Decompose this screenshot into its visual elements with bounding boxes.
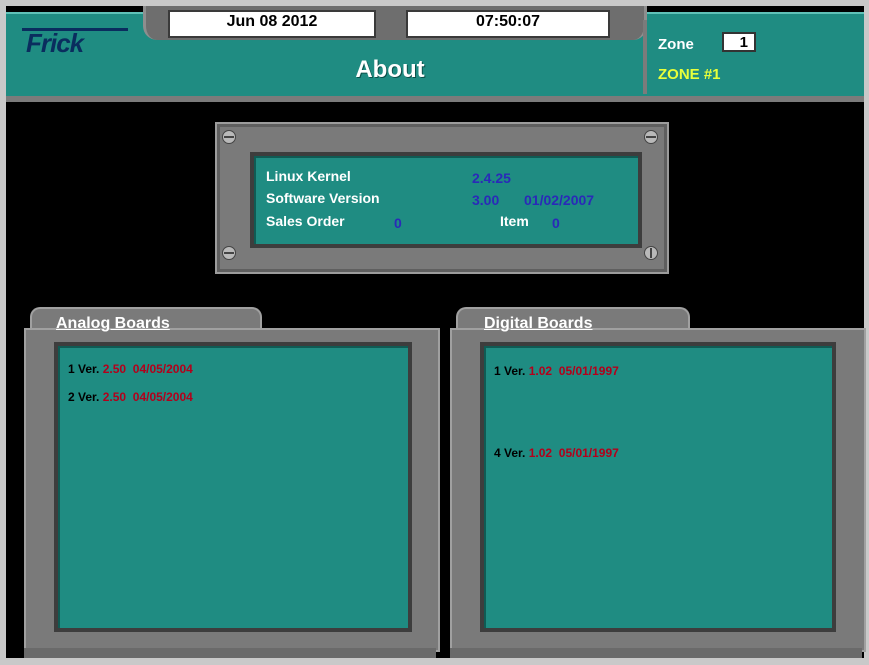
digital-boards-title: Digital Boards: [484, 315, 593, 332]
linux-kernel-label: Linux Kernel: [266, 168, 351, 184]
date-display: Jun 08 2012: [168, 10, 376, 38]
zone-label: Zone: [658, 36, 694, 53]
analog-frame-foot: [24, 648, 436, 658]
frick-logo: Frick: [26, 28, 84, 58]
software-version-label: Software Version: [266, 190, 380, 206]
time-display: 07:50:07: [406, 10, 610, 38]
analog-boards-list: 1 Ver. 2.50 04/05/2004 2 Ver. 2.50 04/05…: [54, 342, 412, 632]
digital-board-row: 1 Ver. 1.02 05/01/1997: [494, 364, 619, 378]
screw-icon: [644, 246, 658, 260]
analog-boards-title: Analog Boards: [56, 315, 170, 332]
digital-board-row: 4 Ver. 1.02 05/01/1997: [494, 446, 619, 460]
sales-order-label: Sales Order: [266, 213, 345, 229]
sales-order-value: 0: [394, 215, 402, 231]
zone-name: ZONE #1: [658, 66, 721, 83]
software-version-date: 01/02/2007: [524, 192, 595, 208]
analog-board-row: 1 Ver. 2.50 04/05/2004: [68, 362, 193, 376]
item-label: Item: [500, 213, 529, 229]
software-version-value: 3.00: [472, 192, 500, 208]
digital-frame-foot: [450, 648, 862, 658]
zone-number-field[interactable]: 1: [722, 32, 756, 52]
about-info-panel: Linux Kernel 2.4.25 Software Version 3.0…: [250, 152, 642, 248]
page-title: About: [355, 56, 425, 83]
screw-icon: [222, 246, 236, 260]
screw-icon: [222, 130, 236, 144]
digital-boards-list: 1 Ver. 1.02 05/01/1997 4 Ver. 1.02 05/01…: [480, 342, 836, 632]
screw-icon: [644, 130, 658, 144]
linux-kernel-value: 2.4.25: [472, 170, 511, 186]
analog-board-row: 2 Ver. 2.50 04/05/2004: [68, 390, 193, 404]
item-value: 0: [552, 215, 560, 231]
